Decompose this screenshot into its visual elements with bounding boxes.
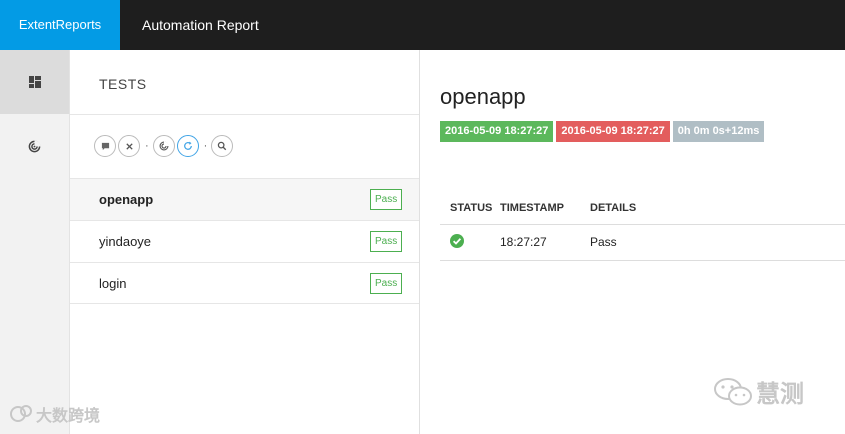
status-badge: Pass [370,231,403,252]
separator-dot: · [145,140,149,152]
divider [70,114,419,115]
watermark-right-text: 慧测 [756,381,804,408]
side-navigation [0,50,70,434]
watermark-logo-icon [10,405,32,422]
test-item-yindaoye[interactable]: yindaoye Pass [70,220,419,262]
log-status-cell [440,224,500,261]
sidenav-item-tests[interactable] [0,50,69,114]
pass-check-icon [450,233,464,248]
x-icon [125,142,133,150]
search-icon [218,141,227,151]
wechat-logo-icon [714,377,752,405]
column-header-details: DETAILS [590,192,845,225]
start-time-label: 2016-05-09 18:27:27 [440,121,554,142]
column-header-status: STATUS [440,192,500,225]
status-badge: Pass [370,273,403,294]
test-name: yindaoye [99,234,152,249]
top-navbar: ExtentReports Automation Report [0,0,845,50]
watermark-left: 大数跨境 [8,402,100,426]
filter-search-button[interactable] [211,135,234,157]
brand-logo[interactable]: ExtentReports [0,0,120,50]
chart-icon [159,141,169,151]
filter-toolbar: · · [94,135,235,157]
test-list-panel: TESTS · · openapp Pass yindaoye Pass log… [10,50,420,434]
log-details: Pass [590,224,845,261]
status-badge: Pass [370,189,403,210]
filter-refresh-button[interactable] [176,135,199,157]
test-name: openapp [99,192,154,207]
test-time-labels: 2016-05-09 18:27:27 2016-05-09 18:27:27 … [440,121,767,142]
test-item-openapp[interactable]: openapp Pass [70,178,419,220]
watermark-left-text: 大数跨境 [36,408,101,425]
sidenav-item-analysis[interactable] [0,114,69,178]
log-header-row: STATUS TIMESTAMP DETAILS [440,192,845,225]
filter-comment-button[interactable] [94,135,116,157]
filter-fail-button[interactable] [118,135,140,157]
log-row: 18:27:27 Pass [440,224,845,261]
test-list: openapp Pass yindaoye Pass login Pass [70,178,419,304]
column-header-timestamp: TIMESTAMP [500,192,590,225]
log-timestamp: 18:27:27 [500,224,590,261]
filter-chart-button[interactable] [152,135,175,157]
watermark-right: 慧测 [712,374,804,409]
analysis-icon [28,139,41,152]
test-title: openapp [440,84,526,109]
test-name: login [99,276,127,291]
report-name: Automation Report [142,17,259,33]
end-time-label: 2016-05-09 18:27:27 [556,121,670,142]
separator-dot: · [203,140,208,152]
dashboard-icon [28,76,41,88]
log-table: STATUS TIMESTAMP DETAILS 18:27:27 Pass [440,192,845,261]
comment-icon [101,142,109,150]
test-detail-panel: openapp 2016-05-09 18:27:27 2016-05-09 1… [420,50,845,434]
duration-label: 0h 0m 0s+12ms [672,121,765,142]
test-item-login[interactable]: login Pass [70,262,419,304]
refresh-icon [183,141,192,150]
panel-title: TESTS [99,76,147,92]
